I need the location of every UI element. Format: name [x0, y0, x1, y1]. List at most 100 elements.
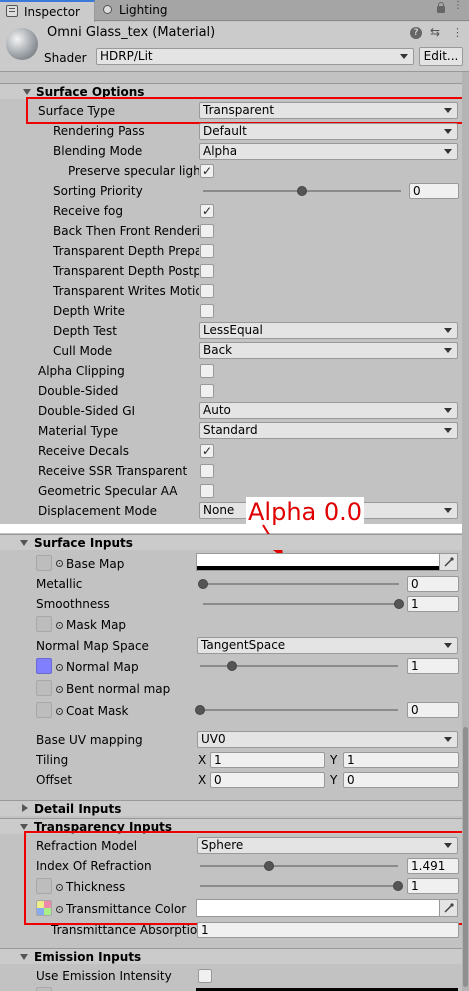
use-emission-intensity-checkbox[interactable]	[198, 969, 212, 983]
receive-decals-checkbox[interactable]: ✓	[200, 444, 214, 458]
receive-fog-checkbox[interactable]: ✓	[200, 204, 214, 218]
tab-inspector[interactable]: Inspector	[0, 0, 95, 22]
preserve-specular-label: Preserve specular lighti	[68, 164, 199, 178]
depth-test-label: Depth Test	[53, 324, 117, 338]
screenshot-gap	[0, 524, 469, 533]
object-picker-icon[interactable]	[56, 664, 63, 671]
depth-test-value: LessEqual	[203, 323, 263, 337]
object-picker-icon[interactable]	[56, 560, 63, 567]
emissive-map-slot[interactable]	[36, 987, 52, 991]
displacement-mode-label: Displacement Mode	[38, 504, 158, 518]
coat-mask-slider[interactable]	[195, 705, 205, 715]
rendering-pass-label: Rendering Pass	[53, 124, 145, 138]
tiling-x-label: X	[198, 753, 207, 767]
normal-map-space-dropdown[interactable]: TangentSpace	[197, 637, 458, 654]
foldout-collapsed-icon	[22, 804, 28, 812]
lightbulb-icon	[103, 5, 112, 14]
transparent-depth-prepass-checkbox[interactable]	[200, 244, 214, 258]
bent-normal-map-slot[interactable]	[36, 680, 52, 696]
foldout-expanded-icon	[20, 540, 28, 546]
transmittance-absorption-field[interactable]: 1	[197, 922, 459, 938]
tab-lighting[interactable]: Lighting	[97, 2, 177, 21]
smoothness-slider[interactable]	[394, 599, 404, 609]
material-type-dropdown[interactable]: Standard	[199, 422, 458, 439]
eyedropper-button[interactable]	[439, 554, 457, 570]
help-icon[interactable]: ?	[410, 27, 422, 39]
coat-mask-slot[interactable]	[36, 702, 52, 718]
preserve-specular-checkbox[interactable]: ✓	[200, 164, 214, 178]
tiling-x-field[interactable]: 1	[210, 752, 325, 768]
object-picker-icon[interactable]	[56, 708, 63, 715]
preset-icon[interactable]: ⇆	[430, 26, 443, 39]
tab-inspector-label: Inspector	[24, 5, 80, 19]
transparent-writes-motion-checkbox[interactable]	[200, 284, 214, 298]
offset-y-field[interactable]: 0	[343, 772, 459, 788]
smoothness-track	[203, 603, 399, 605]
chevron-down-icon	[444, 149, 452, 154]
tiling-y-value: 1	[347, 753, 355, 767]
transparent-writes-motion-label: Transparent Writes Motior	[53, 284, 199, 298]
offset-x-field[interactable]: 0	[210, 772, 325, 788]
geometric-specular-aa-checkbox[interactable]	[200, 484, 214, 498]
mask-map-slot[interactable]	[36, 616, 52, 632]
receive-decals-label: Receive Decals	[38, 444, 129, 458]
smoothness-field[interactable]: 1	[407, 596, 459, 612]
cull-mode-dropdown[interactable]: Back	[199, 342, 458, 359]
geometric-specular-aa-label: Geometric Specular AA	[38, 484, 178, 498]
metallic-field[interactable]: 0	[407, 576, 459, 592]
chevron-down-icon	[444, 328, 452, 333]
normal-map-field[interactable]: 1	[407, 658, 459, 674]
tab-menu-icon[interactable]: ⋮	[453, 1, 463, 17]
object-picker-icon[interactable]	[56, 622, 63, 629]
alpha-clipping-checkbox[interactable]	[200, 364, 214, 378]
inspector-tab-icon	[6, 5, 18, 17]
base-map-slot[interactable]	[36, 555, 52, 571]
tiling-x-value: 1	[214, 753, 222, 767]
depth-write-checkbox[interactable]	[200, 304, 214, 318]
object-picker-icon[interactable]	[56, 686, 63, 693]
smoothness-label: Smoothness	[36, 597, 110, 611]
detail-inputs-foldout[interactable]: Detail Inputs	[0, 800, 469, 816]
chevron-down-icon	[444, 408, 452, 413]
offset-y-label: Y	[330, 773, 338, 787]
scrollbar[interactable]	[462, 72, 469, 991]
tiling-y-field[interactable]: 1	[343, 752, 459, 768]
double-sided-gi-label: Double-Sided GI	[38, 404, 136, 418]
bent-normal-map-label: Bent normal map	[66, 682, 171, 696]
shader-dropdown[interactable]: HDRP/Lit	[96, 48, 414, 65]
base-uv-mapping-dropdown[interactable]: UV0	[197, 731, 458, 748]
tiling-y-label: Y	[330, 753, 338, 767]
metallic-slider[interactable]	[198, 579, 208, 589]
normal-map-slot[interactable]	[36, 658, 52, 674]
coat-mask-value: 0	[411, 703, 419, 717]
receive-fog-label: Receive fog	[53, 204, 123, 218]
depth-test-dropdown[interactable]: LessEqual	[199, 322, 458, 339]
receive-ssr-checkbox[interactable]	[200, 464, 214, 478]
back-then-front-checkbox[interactable]	[200, 224, 214, 238]
surface-inputs-title: Surface Inputs	[34, 536, 133, 550]
normal-map-slider[interactable]	[226, 661, 237, 671]
coat-mask-field[interactable]: 0	[407, 702, 459, 718]
context-menu-icon[interactable]: ⋮	[452, 26, 463, 40]
rendering-pass-dropdown[interactable]: Default	[199, 123, 458, 140]
material-type-value: Standard	[203, 423, 258, 437]
material-preview-icon	[6, 28, 38, 60]
scrollbar-thumb[interactable]	[463, 727, 468, 987]
cull-mode-label: Cull Mode	[53, 344, 113, 358]
depth-write-label: Depth Write	[53, 304, 126, 318]
alpha-bar	[197, 566, 439, 570]
sorting-priority-field[interactable]: 0	[409, 183, 459, 199]
lock-shackle-icon	[438, 2, 444, 8]
rendering-pass-value: Default	[203, 124, 247, 138]
double-sided-checkbox[interactable]	[200, 384, 214, 398]
edit-shader-button[interactable]: Edit...	[419, 47, 463, 66]
emission-inputs-foldout[interactable]: Emission Inputs	[0, 948, 469, 964]
double-sided-gi-dropdown[interactable]: Auto	[199, 402, 458, 419]
surface-inputs-foldout[interactable]: Surface Inputs	[0, 534, 469, 550]
blending-mode-dropdown[interactable]: Alpha	[199, 143, 458, 160]
transparent-depth-postpass-checkbox[interactable]	[200, 264, 214, 278]
displacement-mode-value: None	[203, 503, 235, 517]
base-map-color-field[interactable]	[196, 553, 458, 571]
sorting-priority-slider[interactable]	[297, 186, 307, 196]
mask-map-label: Mask Map	[66, 618, 127, 632]
